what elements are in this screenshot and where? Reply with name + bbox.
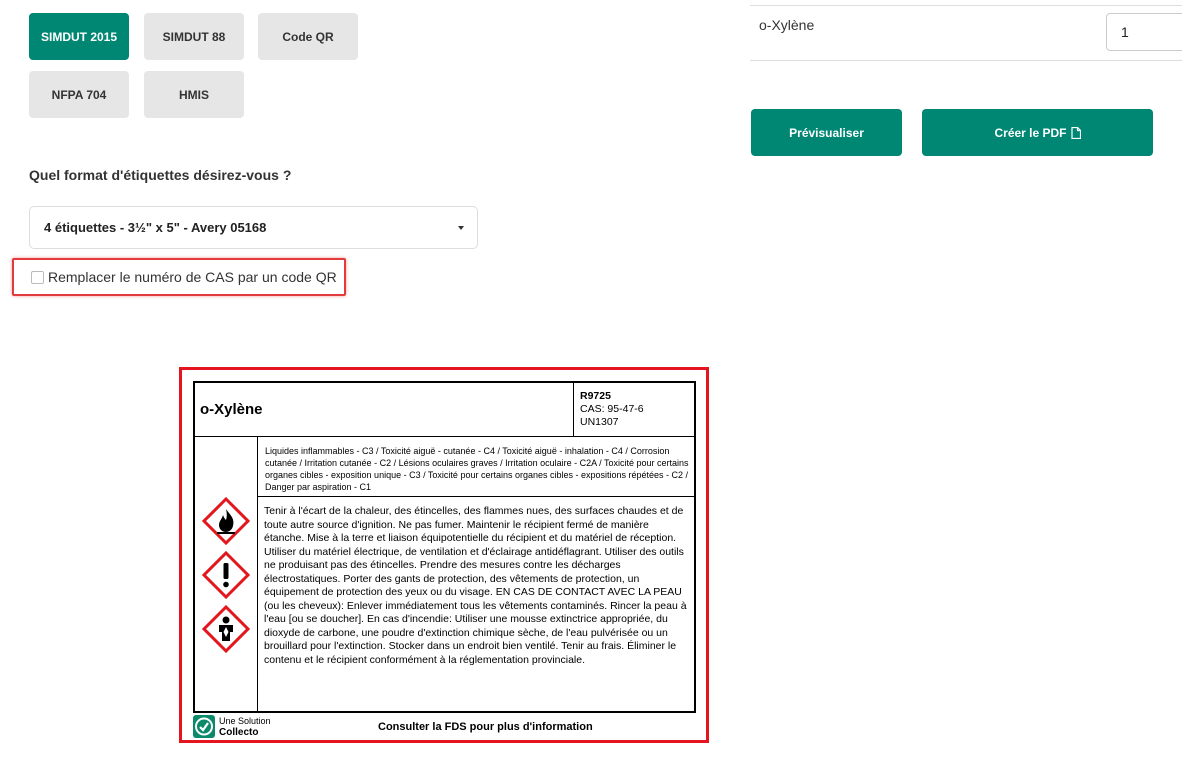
label-format-select[interactable]: 4 étiquettes - 3½" x 5" - Avery 05168 (29, 206, 478, 249)
brand-line-1: Une Solution (219, 716, 271, 726)
flame-icon (202, 497, 250, 545)
label-cas-number: CAS: 95-47-6 (580, 403, 644, 415)
cas-qr-option: Remplacer le numéro de CAS par un code Q… (12, 258, 346, 296)
label-hazard-classes: Liquides inflammables - C3 / Toxicité ai… (265, 446, 689, 492)
label-format-selected-value: 4 étiquettes - 3½" x 5" - Avery 05168 (44, 220, 267, 235)
caret-down-icon (458, 226, 464, 230)
label-precautions: Tenir à l'écart de la chaleur, des étinc… (264, 505, 687, 666)
divider (257, 436, 258, 712)
format-hmis-button[interactable]: HMIS (144, 71, 244, 118)
brand-line-2: Collecto (219, 727, 259, 738)
preview-button[interactable]: Prévisualiser (751, 109, 902, 156)
product-name: o-Xylène (759, 17, 815, 33)
exclamation-mark-icon (202, 551, 250, 599)
divider (258, 496, 695, 497)
collecto-logo-icon (193, 715, 215, 738)
product-row: o-Xylène 1 (750, 5, 1182, 61)
label-product-code: R9725 (580, 390, 611, 402)
preview-button-label: Prévisualiser (789, 125, 864, 140)
label-footer-note: Consulter la FDS pour plus d'information (378, 721, 593, 733)
create-pdf-button[interactable]: Créer le PDF (922, 109, 1153, 156)
label-identifiers: R9725 CAS: 95-47-6 UN1307 (580, 390, 644, 429)
format-simdut-88-button[interactable]: SIMDUT 88 (144, 13, 244, 60)
format-code-qr-button[interactable]: Code QR (258, 13, 358, 60)
format-nfpa-704-button[interactable]: NFPA 704 (29, 71, 129, 118)
cas-qr-checkbox[interactable] (31, 271, 44, 284)
divider (573, 382, 574, 436)
health-hazard-icon (202, 605, 250, 653)
label-un-number: UN1307 (580, 416, 619, 428)
file-icon (1070, 126, 1081, 139)
divider (194, 436, 695, 437)
label-product-title: o-Xylène (200, 401, 263, 418)
format-simdut-2015-button[interactable]: SIMDUT 2015 (29, 13, 129, 60)
label-format-question: Quel format d'étiquettes désirez-vous ? (29, 167, 292, 183)
cas-qr-checkbox-label[interactable]: Remplacer le numéro de CAS par un code Q… (48, 269, 337, 285)
create-pdf-button-label: Créer le PDF (994, 125, 1067, 140)
quantity-input[interactable]: 1 (1106, 13, 1182, 51)
